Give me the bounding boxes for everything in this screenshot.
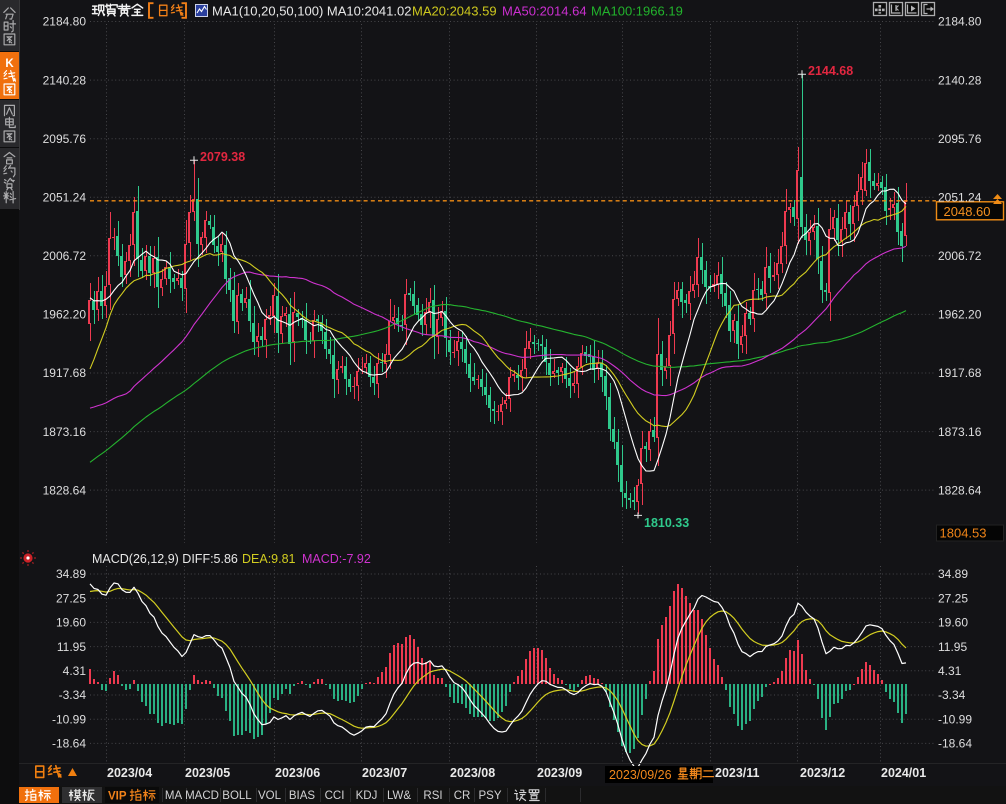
svg-text:34.89: 34.89 <box>938 567 968 581</box>
svg-text:BOLL: BOLL <box>222 790 252 802</box>
svg-text:34.89: 34.89 <box>56 567 86 581</box>
svg-text:VOL: VOL <box>258 790 282 802</box>
svg-text:MACD:-7.92: MACD:-7.92 <box>302 552 371 566</box>
svg-text:-18.64: -18.64 <box>52 737 86 751</box>
svg-text:1804.53: 1804.53 <box>940 526 987 541</box>
svg-text:MA100:1966.19: MA100:1966.19 <box>591 4 683 19</box>
svg-text:1810.33: 1810.33 <box>644 516 689 530</box>
svg-text:MA1(10,20,50,100) MA10:2041.02: MA1(10,20,50,100) MA10:2041.02 <box>212 4 411 19</box>
svg-text:-10.99: -10.99 <box>52 712 86 726</box>
svg-text:1873.16: 1873.16 <box>43 425 87 439</box>
svg-text:4.31: 4.31 <box>938 664 962 678</box>
svg-text:RSI: RSI <box>423 790 442 802</box>
svg-text:2023/12: 2023/12 <box>800 766 845 780</box>
svg-text:19.60: 19.60 <box>938 616 968 630</box>
svg-text:-3.34: -3.34 <box>59 688 87 702</box>
svg-text:MA: MA <box>165 790 183 802</box>
svg-text:1962.20: 1962.20 <box>938 308 982 322</box>
svg-text:11.95: 11.95 <box>57 640 86 654</box>
svg-text:27.25: 27.25 <box>938 591 968 605</box>
svg-text:MA50:2014.64: MA50:2014.64 <box>502 4 587 19</box>
svg-text:2095.76: 2095.76 <box>938 132 982 146</box>
svg-text:2140.28: 2140.28 <box>43 73 87 87</box>
svg-text:1828.64: 1828.64 <box>938 483 982 497</box>
svg-text:MACD(26,12,9) DIFF:5.86: MACD(26,12,9) DIFF:5.86 <box>92 552 238 566</box>
svg-text:2023/06: 2023/06 <box>275 766 320 780</box>
svg-text:PSY: PSY <box>478 790 501 802</box>
svg-text:DEA:9.81: DEA:9.81 <box>242 552 296 566</box>
svg-text:19.60: 19.60 <box>56 616 86 630</box>
svg-text:VIP: VIP <box>108 791 127 803</box>
svg-text:-10.99: -10.99 <box>938 712 972 726</box>
svg-text:2023/11: 2023/11 <box>715 766 760 780</box>
svg-text:2006.72: 2006.72 <box>43 249 87 263</box>
svg-text:2079.38: 2079.38 <box>200 150 245 164</box>
svg-text:27.25: 27.25 <box>56 591 86 605</box>
svg-text:2184.80: 2184.80 <box>43 15 87 29</box>
svg-text:2023/04: 2023/04 <box>107 766 152 780</box>
svg-text:4.31: 4.31 <box>63 664 87 678</box>
svg-text:2023/09/26: 2023/09/26 <box>609 768 672 782</box>
svg-text:1873.16: 1873.16 <box>938 425 982 439</box>
svg-text:2184.80: 2184.80 <box>938 15 982 29</box>
svg-text:LW&: LW& <box>387 790 411 802</box>
svg-text:-18.64: -18.64 <box>938 737 972 751</box>
svg-text:2140.28: 2140.28 <box>938 73 982 87</box>
svg-text:2024/01: 2024/01 <box>881 766 926 780</box>
svg-text:2048.60: 2048.60 <box>944 204 991 219</box>
svg-text:KDJ: KDJ <box>356 790 378 802</box>
svg-text:BIAS: BIAS <box>289 790 316 802</box>
svg-text:2023/08: 2023/08 <box>450 766 495 780</box>
svg-text:1917.68: 1917.68 <box>938 366 982 380</box>
svg-text:K: K <box>5 58 14 70</box>
svg-text:2051.24: 2051.24 <box>938 190 982 204</box>
svg-text:MACD: MACD <box>185 790 219 802</box>
svg-text:CCI: CCI <box>325 790 345 802</box>
svg-text:MA20:2043.59: MA20:2043.59 <box>412 4 497 19</box>
svg-text:CR: CR <box>454 790 471 802</box>
svg-text:2023/09: 2023/09 <box>537 766 582 780</box>
svg-text:2095.76: 2095.76 <box>43 132 87 146</box>
svg-text:2023/05: 2023/05 <box>185 766 230 780</box>
svg-text:11.95: 11.95 <box>938 640 967 654</box>
svg-text:2051.24: 2051.24 <box>43 190 87 204</box>
svg-text:2023/07: 2023/07 <box>362 766 407 780</box>
svg-text:-3.34: -3.34 <box>938 688 966 702</box>
svg-text:1917.68: 1917.68 <box>43 366 87 380</box>
svg-text:1962.20: 1962.20 <box>43 308 87 322</box>
svg-text:2144.68: 2144.68 <box>808 64 853 78</box>
svg-text:1828.64: 1828.64 <box>43 483 87 497</box>
svg-text:2006.72: 2006.72 <box>938 249 982 263</box>
